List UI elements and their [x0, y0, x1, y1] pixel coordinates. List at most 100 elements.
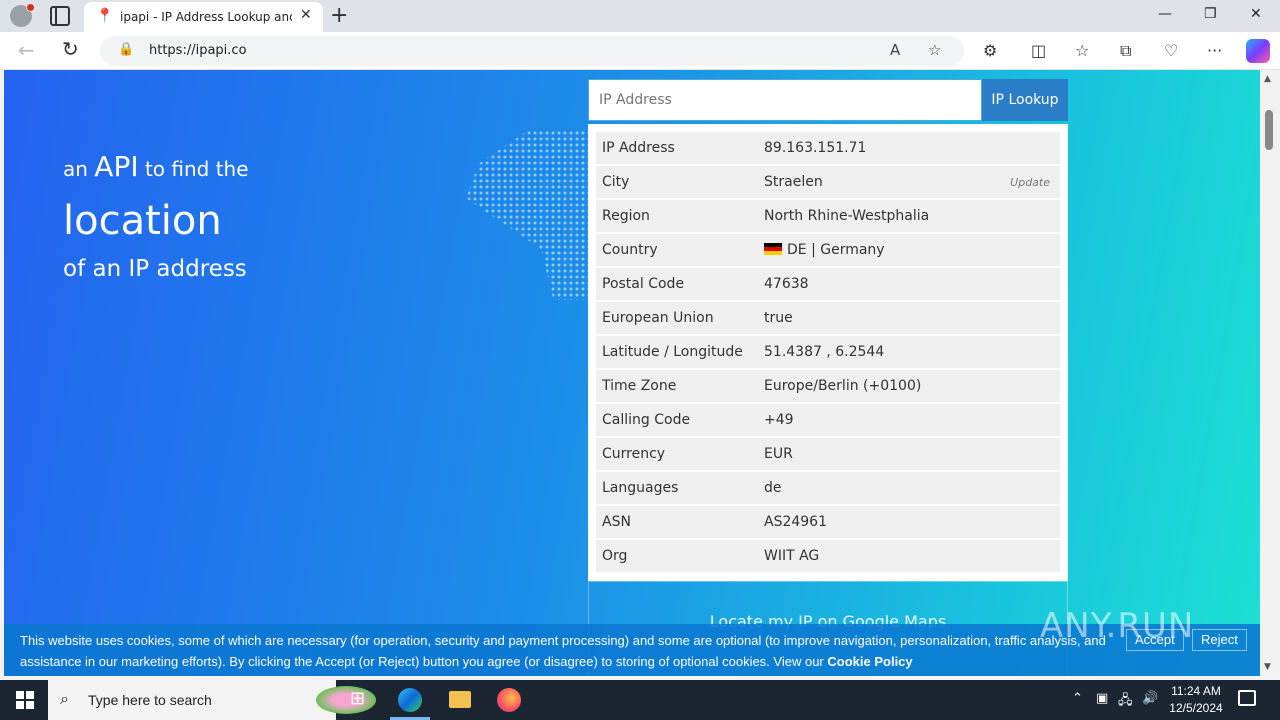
- result-value-country: DE | Germany: [764, 242, 885, 258]
- result-key: City: [602, 174, 630, 190]
- taskbar-search[interactable]: ⌕ Type here to search: [48, 680, 376, 720]
- map-pin-icon: 📍: [96, 8, 114, 24]
- network-icon[interactable]: 🖧: [1118, 691, 1133, 713]
- result-row-eu: European Union true: [596, 302, 1060, 334]
- hero-line-1-api: API: [94, 150, 139, 183]
- ip-lookup-button[interactable]: IP Lookup: [982, 79, 1068, 121]
- result-value: DE | Germany: [787, 242, 885, 258]
- tray-chevron-up-icon[interactable]: ⌃: [1072, 691, 1083, 706]
- taskbar: ⌕ Type here to search ⊞ ⌃ ▣ 🖧 🔊 11:24 AM…: [0, 680, 1280, 720]
- hero-line-3: of an IP address: [63, 256, 247, 282]
- search-icon: ⌕: [60, 689, 69, 708]
- minimize-icon[interactable]: —: [1158, 6, 1172, 22]
- notifications-icon[interactable]: [1238, 690, 1256, 706]
- tray-device-icon[interactable]: ▣: [1096, 691, 1108, 706]
- result-value: AS24961: [764, 514, 827, 530]
- result-row-org: Org WIIT AG: [596, 540, 1060, 572]
- browser-toolbar: ← ↻ 🔒 https://ipapi.co A ☆ ⚙ ◫ ☆ ⧉ ♡ ···: [0, 32, 1280, 70]
- result-card: IP Address 89.163.151.71 City Straelen U…: [588, 124, 1068, 581]
- anyrun-watermark: ANY.RUN: [1040, 606, 1195, 646]
- result-value: WIIT AG: [764, 548, 820, 564]
- back-arrow-icon[interactable]: ←: [18, 38, 35, 62]
- favorites-icon[interactable]: ☆: [1075, 41, 1089, 60]
- result-row-timezone: Time Zone Europe/Berlin (+0100): [596, 370, 1060, 402]
- firefox-icon[interactable]: [497, 688, 521, 712]
- windows-start-icon[interactable]: [16, 691, 34, 709]
- more-menu-icon[interactable]: ···: [1207, 41, 1222, 60]
- result-row-asn: ASN AS24961: [596, 506, 1060, 538]
- restore-icon[interactable]: ❐: [1204, 6, 1217, 22]
- result-row-postal: Postal Code 47638: [596, 268, 1060, 300]
- copilot-icon[interactable]: [1246, 39, 1270, 63]
- result-value: Straelen: [764, 174, 823, 190]
- scroll-up-arrow-icon[interactable]: ▲: [1264, 74, 1271, 84]
- new-tab-icon[interactable]: +: [330, 3, 348, 28]
- file-explorer-icon[interactable]: [449, 691, 471, 708]
- extensions-icon[interactable]: ⚙: [983, 41, 997, 60]
- window-close-icon[interactable]: ✕: [1250, 6, 1262, 22]
- browser-essentials-icon[interactable]: ♡: [1164, 41, 1178, 60]
- ip-address-input[interactable]: [599, 92, 969, 108]
- clock-date: 12/5/2024: [1169, 701, 1223, 715]
- result-key: Postal Code: [602, 276, 685, 292]
- result-value: +49: [764, 412, 794, 428]
- result-row-city: City Straelen Update: [596, 166, 1060, 198]
- result-key: European Union: [602, 310, 714, 326]
- address-bar[interactable]: 🔒 https://ipapi.co A ☆: [100, 36, 964, 66]
- taskbar-clock[interactable]: 11:24 AM 12/5/2024: [1168, 683, 1224, 717]
- result-key: Country: [602, 242, 658, 258]
- page-scrollbar[interactable]: ▲ ▼: [1260, 70, 1280, 676]
- hero-line-2: location: [63, 198, 222, 244]
- lotus-image-icon: [316, 686, 376, 714]
- split-screen-icon[interactable]: ◫: [1031, 41, 1046, 60]
- page-hero: an API to find the location of an IP add…: [4, 70, 1260, 676]
- result-row-languages: Languages de: [596, 472, 1060, 504]
- result-key: Time Zone: [602, 378, 677, 394]
- result-key: Org: [602, 548, 628, 564]
- result-row-latlng: Latitude / Longitude 51.4387 , 6.2544: [596, 336, 1060, 368]
- result-key: Latitude / Longitude: [602, 344, 743, 360]
- result-value: 51.4387 , 6.2544: [764, 344, 885, 360]
- result-value: de: [764, 480, 782, 496]
- result-key: Currency: [602, 446, 666, 462]
- result-key: ASN: [602, 514, 631, 530]
- cookie-text-block: This website uses cookies, some of which…: [20, 630, 1120, 672]
- reload-icon[interactable]: ↻: [62, 37, 79, 61]
- clock-time: 11:24 AM: [1171, 684, 1221, 698]
- update-city-link[interactable]: Update: [1010, 176, 1050, 189]
- cookie-reject-button[interactable]: Reject: [1192, 629, 1247, 651]
- cookie-message: This website uses cookies, some of which…: [20, 633, 1106, 669]
- ip-search-box[interactable]: [588, 79, 982, 121]
- volume-icon[interactable]: 🔊: [1142, 691, 1158, 706]
- hero-line-1: an API to find the: [63, 150, 249, 183]
- scroll-down-arrow-icon[interactable]: ▼: [1264, 662, 1271, 672]
- lock-icon[interactable]: 🔒: [118, 42, 134, 57]
- result-key: Languages: [602, 480, 679, 496]
- result-row-country: Country DE | Germany: [596, 234, 1060, 266]
- world-map-dots: [466, 130, 591, 300]
- tab-strip: 📍 ipapi - IP Address Lookup and Ge ✕ + —…: [0, 0, 1280, 32]
- url-text[interactable]: https://ipapi.co: [149, 43, 247, 58]
- result-key: Calling Code: [602, 412, 691, 428]
- tab-title: ipapi - IP Address Lookup and Ge: [120, 10, 292, 24]
- tab-actions-icon[interactable]: [50, 6, 70, 26]
- result-row-calling-code: Calling Code +49: [596, 404, 1060, 436]
- edge-browser-icon[interactable]: [398, 688, 422, 712]
- hero-line-1-post: to find the: [144, 157, 249, 181]
- result-value: 89.163.151.71: [764, 140, 867, 156]
- profile-avatar-icon[interactable]: [10, 3, 35, 27]
- result-key: Region: [602, 208, 650, 224]
- scroll-thumb[interactable]: [1265, 110, 1273, 150]
- result-row-currency: Currency EUR: [596, 438, 1060, 470]
- result-value: Europe/Berlin (+0100): [764, 378, 922, 394]
- close-tab-icon[interactable]: ✕: [300, 7, 312, 23]
- browser-tab[interactable]: 📍 ipapi - IP Address Lookup and Ge ✕: [84, 2, 323, 32]
- germany-flag-icon: [764, 243, 782, 255]
- read-aloud-icon[interactable]: A: [890, 41, 900, 59]
- task-view-icon[interactable]: ⊞: [350, 688, 365, 709]
- collections-icon[interactable]: ⧉: [1120, 41, 1131, 61]
- hero-line-1-pre: an: [63, 157, 88, 181]
- favorite-star-icon[interactable]: ☆: [928, 41, 941, 59]
- taskbar-search-placeholder[interactable]: Type here to search: [88, 692, 212, 708]
- cookie-policy-link[interactable]: Cookie Policy: [827, 654, 912, 669]
